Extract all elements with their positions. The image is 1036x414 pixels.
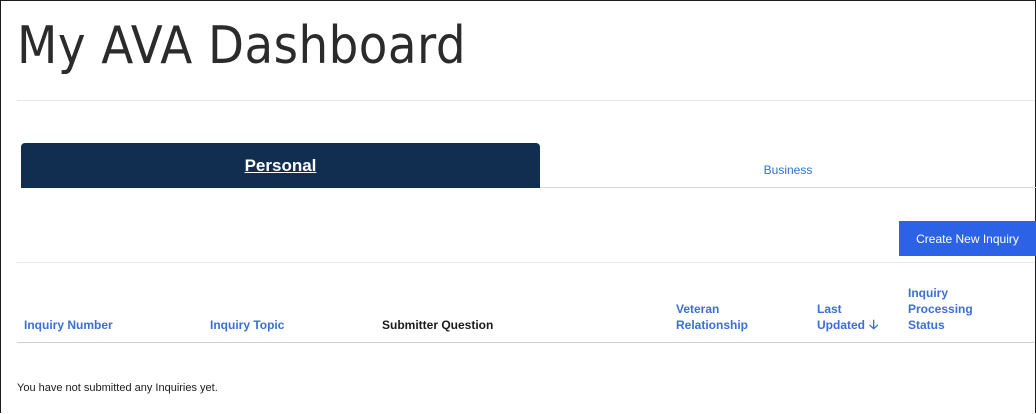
column-header-label: Inquiry Number <box>24 318 113 332</box>
column-header-submitter-question: Submitter Question <box>382 317 493 333</box>
page-title: My AVA Dashboard <box>17 16 467 76</box>
column-header-label: Inquiry Topic <box>210 318 285 332</box>
tab-personal[interactable]: Personal <box>21 143 540 188</box>
column-header-inquiry-processing-status[interactable]: Inquiry Processing Status <box>908 285 973 333</box>
column-header-label: Inquiry <box>908 286 949 300</box>
column-header-last-updated[interactable]: Last Updated 🡣 <box>817 301 878 333</box>
column-header-label: Processing <box>908 302 973 316</box>
tab-business[interactable]: Business <box>540 143 1036 188</box>
arrow-down-icon: 🡣 <box>869 317 879 332</box>
table-header-divider <box>17 342 1034 343</box>
empty-state-message: You have not submitted any Inquiries yet… <box>17 382 218 394</box>
tab-underline <box>540 187 1036 188</box>
column-header-inquiry-number[interactable]: Inquiry Number <box>24 317 113 333</box>
column-header-label: Updated <box>817 318 865 332</box>
column-header-label: Submitter Question <box>382 318 494 332</box>
column-header-label: Last <box>817 302 842 316</box>
column-header-inquiry-topic[interactable]: Inquiry Topic <box>210 317 284 333</box>
column-header-label: Veteran <box>676 302 720 316</box>
column-header-veteran-relationship[interactable]: Veteran Relationship <box>676 301 748 333</box>
create-new-inquiry-button[interactable]: Create New Inquiry <box>899 221 1036 256</box>
section-divider <box>17 262 1034 263</box>
column-header-label: Status <box>908 318 945 332</box>
column-header-label: Relationship <box>676 318 749 332</box>
title-divider <box>17 100 1034 101</box>
